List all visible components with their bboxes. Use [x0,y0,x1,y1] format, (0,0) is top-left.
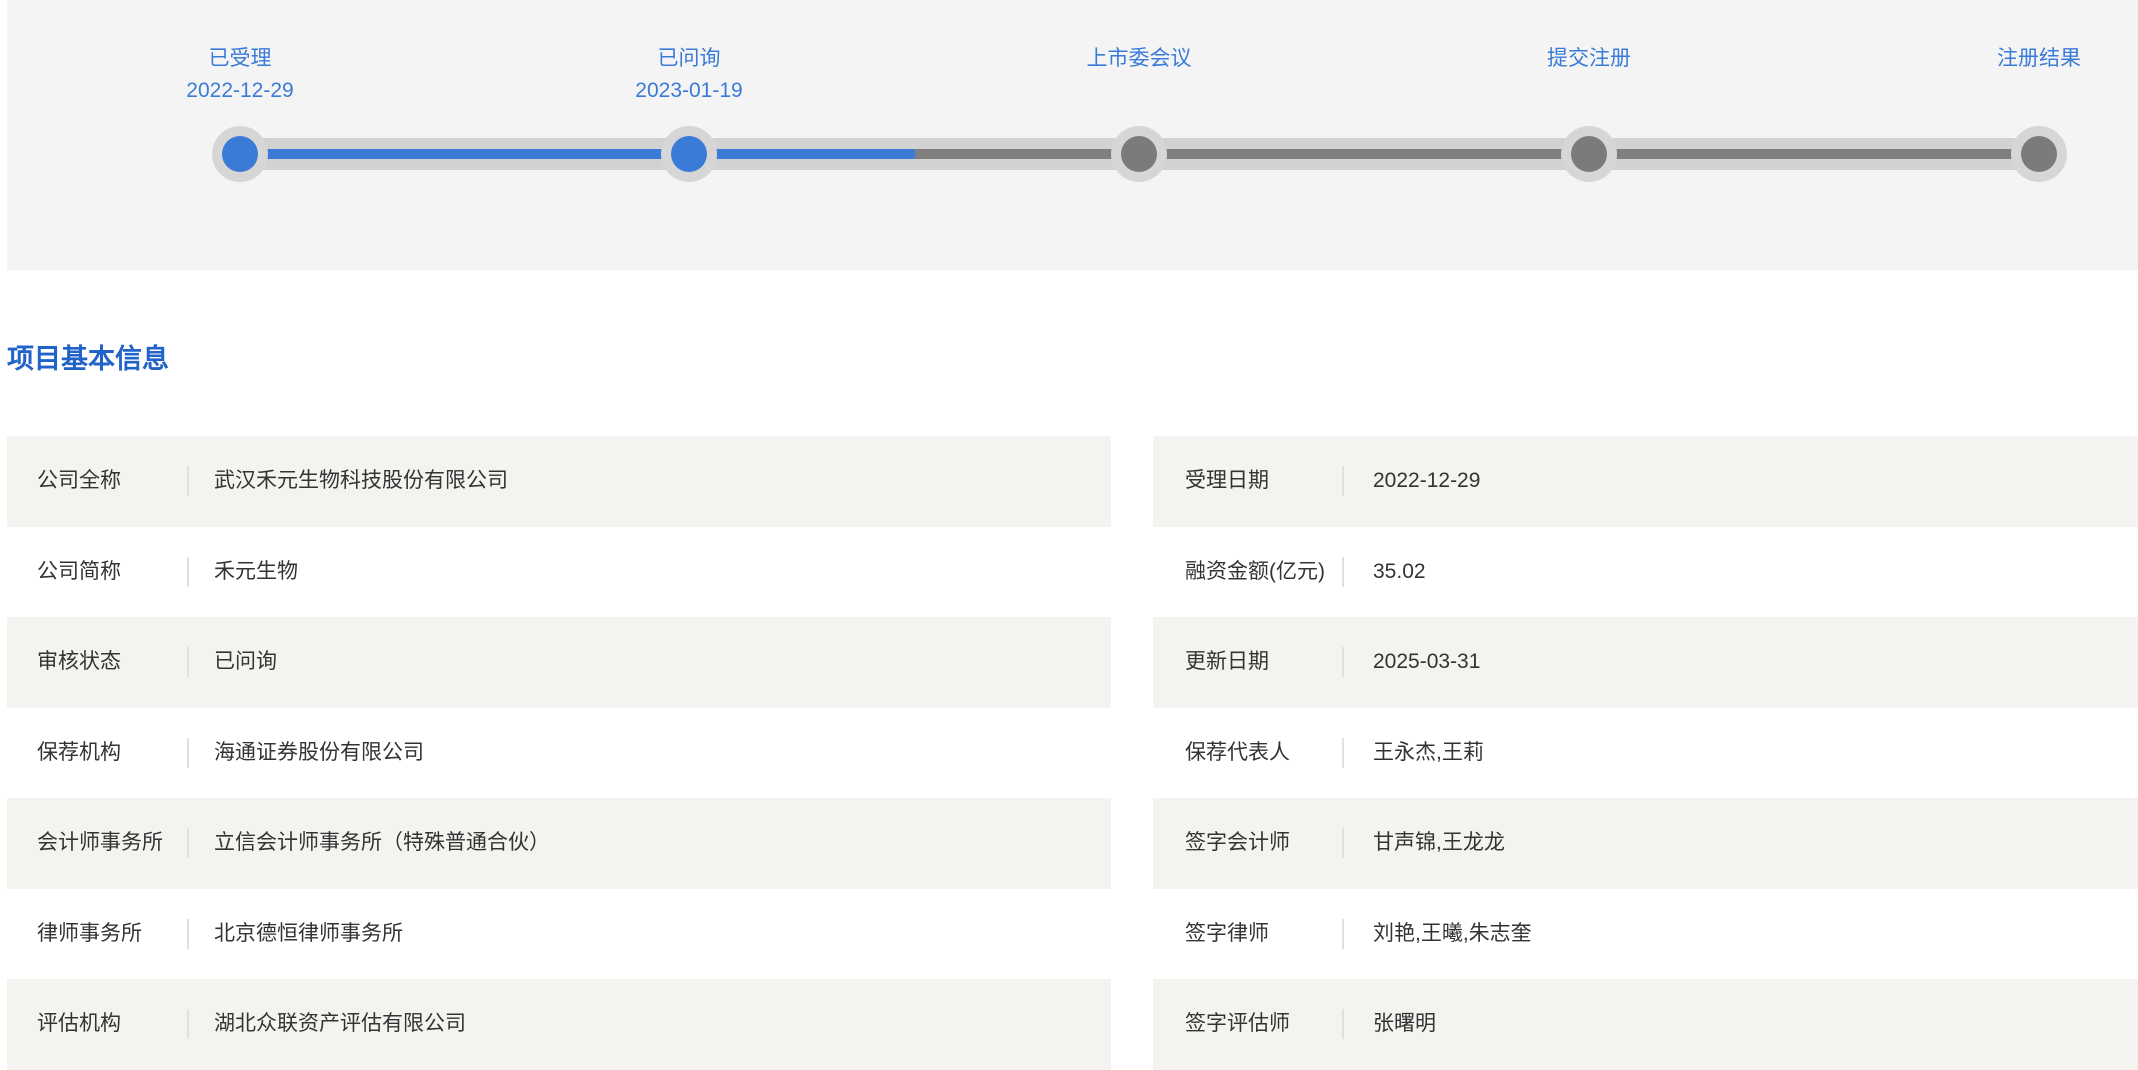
row-value: 刘艳,王曦,朱志奎 [1373,921,1532,945]
ipo-project-page: 已受理 2022-12-29 已问询 2023-01-19 上市委会议 提交注册… [0,0,2138,1070]
row-value: 甘声锦,王龙龙 [1373,831,1505,855]
row-label: 融资金额(亿元) [1185,559,1325,583]
row-divider [187,1009,189,1040]
step-name: 已受理 [208,47,272,70]
table-row: 融资金额(亿元) 35.02 [1153,527,2138,618]
row-divider [187,918,189,949]
row-label: 保荐代表人 [1185,740,1290,764]
row-label: 签字会计师 [1185,831,1290,855]
row-value: 2025-03-31 [1373,650,1481,674]
row-value: 2022-12-29 [1373,469,1481,493]
row-value: 海通证券股份有限公司 [214,740,424,764]
table-row: 公司简称 禾元生物 [7,527,1111,618]
info-table-right: 受理日期 2022-12-29 融资金额(亿元) 35.02 更新日期 2025… [1153,436,2138,1070]
step-dot-inquired [671,136,707,172]
step-label-result: 注册结果 [1889,44,2138,73]
row-value: 王永杰,王莉 [1373,740,1484,764]
row-label: 更新日期 [1185,650,1269,674]
table-row: 签字评估师 张曙明 [1153,979,2138,1070]
row-value: 武汉禾元生物科技股份有限公司 [214,469,508,493]
row-label: 签字评估师 [1185,1012,1290,1036]
row-divider [187,556,189,587]
row-label: 公司全称 [37,469,121,493]
row-label: 受理日期 [1185,469,1269,493]
step-label-registration: 提交注册 [1439,44,1739,73]
row-divider [187,466,189,497]
row-label: 保荐机构 [37,740,121,764]
row-value: 已问询 [214,650,277,674]
step-name: 上市委会议 [1086,47,1192,70]
table-row: 受理日期 2022-12-29 [1153,436,2138,527]
section-title: 项目基本信息 [7,344,169,374]
row-value: 禾元生物 [214,559,298,583]
row-divider [187,647,189,678]
row-divider [1342,647,1344,678]
timeline-banner: 已受理 2022-12-29 已问询 2023-01-19 上市委会议 提交注册… [7,0,2138,270]
table-row: 保荐代表人 王永杰,王莉 [1153,708,2138,799]
row-divider [1342,828,1344,859]
row-value: 张曙明 [1373,1012,1436,1036]
step-date: 2022-12-29 [186,79,294,102]
row-label: 公司简称 [37,559,121,583]
table-row: 更新日期 2025-03-31 [1153,617,2138,708]
timeline-progress-line [224,149,915,159]
step-name: 注册结果 [1997,47,2081,70]
row-divider [1342,556,1344,587]
step-dot-accepted [222,136,258,172]
row-label: 会计师事务所 [37,831,163,855]
table-row: 审核状态 已问询 [7,617,1111,708]
step-label-accepted: 已受理 2022-12-29 [90,44,390,105]
step-label-committee: 上市委会议 [989,44,1289,73]
info-table-left: 公司全称 武汉禾元生物科技股份有限公司 公司简称 禾元生物 审核状态 已问询 保… [7,436,1111,1070]
table-row: 保荐机构 海通证券股份有限公司 [7,708,1111,799]
row-value: 北京德恒律师事务所 [214,921,403,945]
table-row: 会计师事务所 立信会计师事务所（特殊普通合伙） [7,798,1111,889]
row-divider [1342,737,1344,768]
row-divider [1342,1009,1344,1040]
row-value: 35.02 [1373,559,1426,583]
step-dot-committee [1121,136,1157,172]
table-row: 公司全称 武汉禾元生物科技股份有限公司 [7,436,1111,527]
row-divider [187,828,189,859]
row-label: 律师事务所 [37,921,142,945]
row-divider [1342,918,1344,949]
step-name: 提交注册 [1547,47,1631,70]
table-row: 律师事务所 北京德恒律师事务所 [7,889,1111,980]
step-name: 已问询 [657,47,721,70]
row-divider [187,737,189,768]
timeline-remaining-line [915,149,2055,159]
table-row: 签字律师 刘艳,王曦,朱志奎 [1153,889,2138,980]
step-dot-result [2021,136,2057,172]
table-row: 签字会计师 甘声锦,王龙龙 [1153,798,2138,889]
row-label: 签字律师 [1185,921,1269,945]
step-date: 2023-01-19 [635,79,743,102]
row-value: 湖北众联资产评估有限公司 [214,1012,466,1036]
row-label: 评估机构 [37,1012,121,1036]
step-label-inquired: 已问询 2023-01-19 [539,44,839,105]
row-value: 立信会计师事务所（特殊普通合伙） [214,831,550,855]
step-dot-registration [1571,136,1607,172]
row-divider [1342,466,1344,497]
row-label: 审核状态 [37,650,121,674]
table-row: 评估机构 湖北众联资产评估有限公司 [7,979,1111,1070]
